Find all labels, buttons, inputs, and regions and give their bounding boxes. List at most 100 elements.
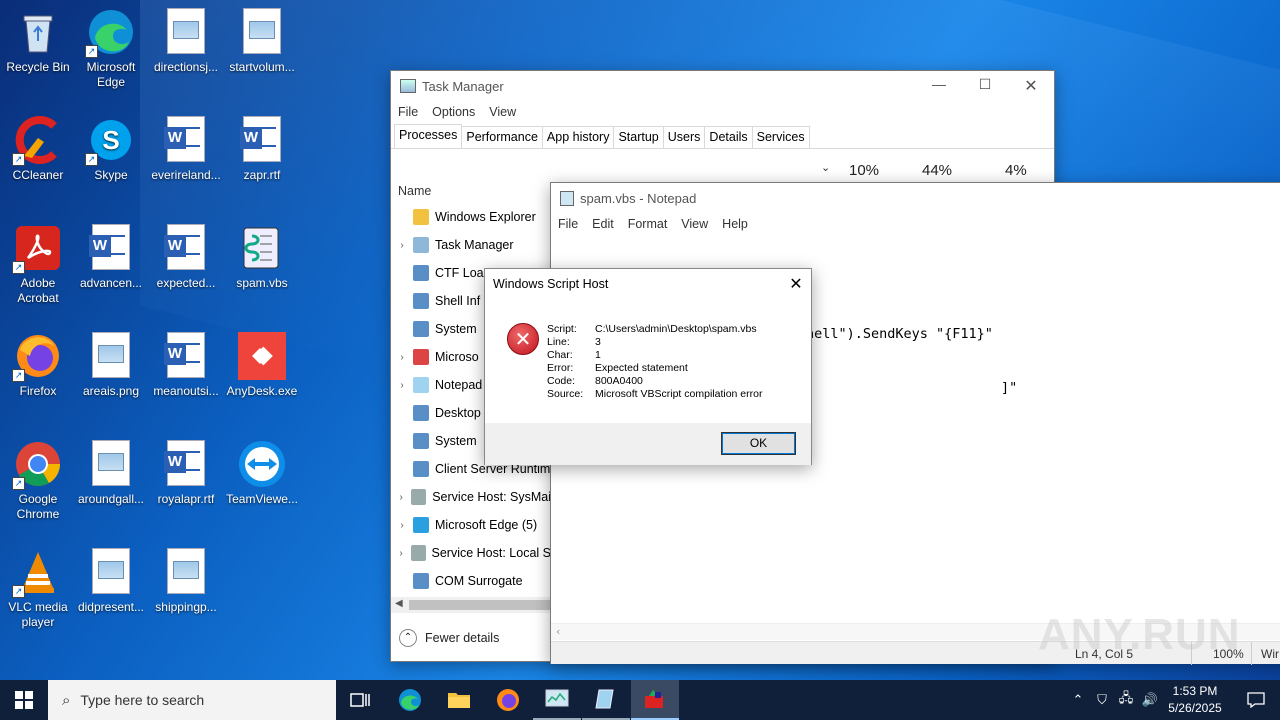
vbs-script-icon[interactable]: spam.vbs [224, 216, 300, 291]
tray-volume-icon[interactable]: 🔊 [1138, 693, 1162, 708]
system-tray: ⌃ ⛉ 🖧 🔊 [1066, 680, 1162, 720]
clock[interactable]: 1:53 PM 5/26/2025 [1160, 683, 1230, 717]
microsoft-edge-icon[interactable]: ↗ Microsoft Edge [73, 0, 149, 90]
firefox-icon [497, 689, 519, 711]
process-icon [413, 461, 429, 477]
expand-chevron-icon[interactable]: › [391, 240, 413, 251]
tray-chevron-up-icon[interactable]: ⌃ [1066, 693, 1090, 708]
notepad-titlebar[interactable]: spam.vbs - Notepad [551, 183, 1280, 213]
sort-chevron-icon[interactable]: ⌄ [821, 161, 830, 174]
menu-view[interactable]: View [681, 217, 708, 231]
desktop-icon-label: Skype [94, 168, 128, 182]
horizontal-scrollbar[interactable]: ◀ [391, 597, 551, 613]
taskbar-task-manager-button[interactable] [533, 680, 581, 720]
search-box[interactable]: ⌕ Type here to search [48, 680, 336, 720]
tab-app-history[interactable]: App history [541, 126, 615, 148]
image-file-icon[interactable]: areais.png [73, 324, 149, 399]
vlc-icon[interactable]: ↗ VLC media player [0, 540, 76, 630]
tray-security-icon[interactable]: ⛉ [1090, 693, 1114, 708]
firefox-icon[interactable]: ↗ Firefox [0, 324, 76, 399]
error-icon: ✕ [507, 323, 539, 355]
scroll-thumb[interactable] [409, 600, 551, 610]
menu-format[interactable]: Format [628, 217, 668, 231]
menu-view[interactable]: View [489, 105, 516, 119]
column-name[interactable]: Name [398, 184, 431, 198]
ok-button[interactable]: OK [721, 432, 796, 455]
edge-icon [399, 689, 421, 711]
process-row[interactable]: › Service Host: Local S [391, 539, 551, 567]
minimize-button[interactable]: — [916, 76, 962, 96]
taskbar-wsh-button[interactable] [631, 680, 679, 720]
stat-cpu[interactable]: 10% [849, 162, 879, 179]
process-row[interactable]: › Service Host: SysMai [391, 483, 551, 511]
word-document-icon[interactable]: W everireland... [148, 108, 224, 183]
image-file-icon[interactable]: aroundgall... [73, 432, 149, 507]
tab-details[interactable]: Details [704, 126, 753, 148]
word-document-icon[interactable]: W zapr.rtf [224, 108, 300, 183]
scroll-left-icon[interactable]: ◀ [395, 598, 403, 609]
skype-icon[interactable]: S ↗ Skype [73, 108, 149, 183]
image-file-icon[interactable]: didpresent... [73, 540, 149, 615]
error-detail-row: Script: C:\Users\admin\Desktop\spam.vbs [547, 323, 762, 336]
taskbar-edge-button[interactable] [386, 680, 434, 720]
google-chrome-icon[interactable]: ↗ Google Chrome [0, 432, 76, 522]
task-view-button[interactable] [336, 680, 384, 720]
teamviewer-icon[interactable]: TeamViewe... [224, 432, 300, 507]
search-placeholder: Type here to search [80, 692, 205, 708]
adobe-acrobat-icon[interactable]: ↗ Adobe Acrobat [0, 216, 76, 306]
taskbar-firefox-button[interactable] [484, 680, 532, 720]
word-document-icon[interactable]: W expected... [148, 216, 224, 291]
watermark: ANY.RUN [1038, 610, 1241, 659]
expand-chevron-icon[interactable]: › [391, 380, 413, 391]
menu-help[interactable]: Help [722, 217, 748, 231]
image-file-icon[interactable]: startvolum... [224, 0, 300, 75]
process-icon [413, 237, 429, 253]
taskbar-notepad-button[interactable] [582, 680, 630, 720]
word-document-icon[interactable]: W advancen... [73, 216, 149, 291]
notifications-button[interactable] [1232, 680, 1280, 720]
process-row[interactable]: › Task Manager [391, 231, 551, 259]
error-detail-value: Microsoft VBScript compilation error [595, 388, 763, 400]
tab-users[interactable]: Users [662, 126, 706, 148]
recycle-bin-icon[interactable]: Recycle Bin [0, 0, 76, 75]
expand-chevron-icon[interactable]: › [391, 492, 411, 503]
close-button[interactable]: ✕ [1008, 76, 1054, 96]
clock-time: 1:53 PM [1172, 684, 1218, 698]
fewer-details-button[interactable]: ⌃ Fewer details [399, 629, 499, 647]
maximize-button[interactable]: ☐ [962, 76, 1008, 96]
start-button[interactable] [0, 680, 48, 720]
expand-chevron-icon[interactable]: › [391, 548, 411, 559]
ccleaner-icon[interactable]: ↗ CCleaner [0, 108, 76, 183]
process-row[interactable]: Windows Explorer [391, 203, 551, 231]
word-document-icon[interactable]: W meanoutsi... [148, 324, 224, 399]
process-row[interactable]: › Microsoft Edge (5) [391, 511, 551, 539]
word-document-icon[interactable]: W royalapr.rtf [148, 432, 224, 507]
stat-memory[interactable]: 44% [922, 162, 952, 179]
menu-file[interactable]: File [398, 105, 418, 119]
dialog-titlebar[interactable]: Windows Script Host ✕ [485, 269, 811, 299]
desktop-icon-label: directionsj... [153, 60, 219, 74]
tray-network-icon[interactable]: 🖧 [1114, 689, 1138, 711]
anydesk-icon[interactable]: AnyDesk.exe [224, 324, 300, 399]
task-manager-titlebar[interactable]: Task Manager — ☐ ✕ [391, 71, 1054, 101]
close-button[interactable]: ✕ [781, 274, 811, 294]
window-title: spam.vbs - Notepad [580, 190, 697, 206]
image-file-icon[interactable]: directionsj... [148, 0, 224, 75]
desktop-icon-label: startvolum... [229, 60, 295, 74]
image-file-icon[interactable]: shippingp... [148, 540, 224, 615]
stat-disk[interactable]: 4% [1005, 162, 1027, 179]
expand-chevron-icon[interactable]: › [391, 352, 413, 363]
scroll-left-icon[interactable]: ‹ [556, 625, 560, 638]
error-detail-row: Line: 3 [547, 336, 762, 349]
task-manager-app-icon [400, 79, 416, 93]
expand-chevron-icon[interactable]: › [391, 520, 413, 531]
tab-performance[interactable]: Performance [461, 126, 543, 148]
menu-file[interactable]: File [558, 217, 578, 231]
tab-processes[interactable]: Processes [394, 124, 463, 148]
tab-services[interactable]: Services [751, 126, 810, 148]
process-row[interactable]: COM Surrogate [391, 567, 551, 595]
tab-startup[interactable]: Startup [613, 126, 664, 148]
taskbar-explorer-button[interactable] [435, 680, 483, 720]
menu-options[interactable]: Options [432, 105, 475, 119]
menu-edit[interactable]: Edit [592, 217, 614, 231]
